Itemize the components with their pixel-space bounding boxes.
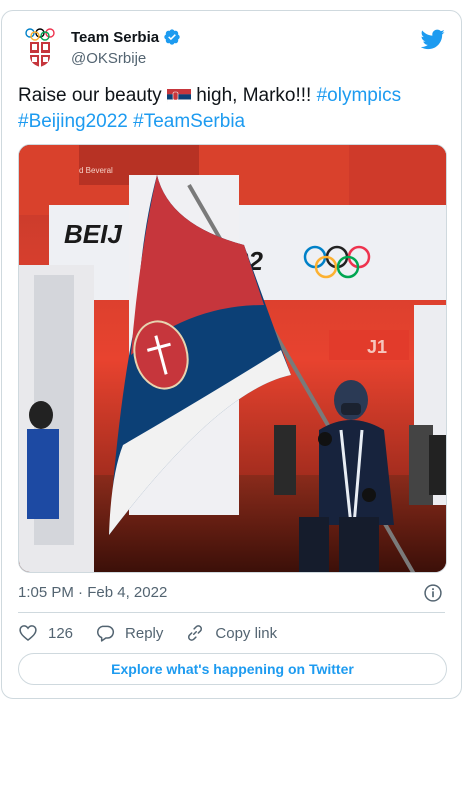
photo-flag-bearer: BEIJ 22 d Beveral J1 <box>19 145 446 572</box>
account-handle[interactable]: @OKSrbije <box>71 50 146 67</box>
small-banner-text: d Beveral <box>79 166 113 175</box>
divider <box>18 612 445 613</box>
olympic-committee-logo <box>25 28 55 67</box>
tweet-text: Raise our beauty high, Marko!!! #olympic… <box>18 83 448 135</box>
hashtag-teamserbia[interactable]: #TeamSerbia <box>133 111 245 132</box>
meta-separator: · <box>73 584 88 601</box>
tweet-card: Team Serbia @OKSrbije Raise our beauty h… <box>1 10 462 699</box>
like-button[interactable]: 126 <box>18 623 73 643</box>
account-name[interactable]: Team Serbia <box>71 28 181 46</box>
account-name-label[interactable]: Team Serbia <box>71 29 159 46</box>
copy-link-button[interactable]: Copy link <box>185 623 277 643</box>
tweet-time[interactable]: 1:05 PM <box>18 584 74 601</box>
reply-label: Reply <box>125 624 164 642</box>
reply-icon <box>97 625 115 642</box>
info-icon[interactable] <box>423 583 443 603</box>
hashtag-olympics[interactable]: #olympics <box>317 85 401 106</box>
sign-text-beij: BEIJ <box>64 219 122 249</box>
twitter-bird-icon[interactable] <box>421 27 445 51</box>
tweet-photo[interactable]: BEIJ 22 d Beveral J1 <box>18 144 447 573</box>
heart-icon <box>19 625 37 642</box>
serbia-flag-icon <box>166 87 191 103</box>
verified-icon <box>164 29 180 45</box>
avatar[interactable] <box>18 25 62 69</box>
copy-link-label: Copy link <box>215 624 278 642</box>
reply-button[interactable]: Reply <box>95 623 163 643</box>
like-count: 126 <box>48 624 74 642</box>
tweet-text-end: high, Marko!!! <box>190 85 317 106</box>
tweet-date[interactable]: Feb 4, 2022 <box>87 584 167 601</box>
tweet-text-start: Raise our beauty <box>18 85 162 106</box>
tweet-actions: 126 Reply Copy link <box>18 623 299 643</box>
hashtag-beijing2022[interactable]: #Beijing2022 <box>18 111 128 132</box>
tweet-timestamp[interactable]: 1:05 PM · Feb 4, 2022 <box>18 584 167 601</box>
sign-text-j1: J1 <box>367 337 387 357</box>
explore-twitter-button[interactable]: Explore what's happening on Twitter <box>18 653 447 685</box>
link-icon <box>188 625 203 641</box>
